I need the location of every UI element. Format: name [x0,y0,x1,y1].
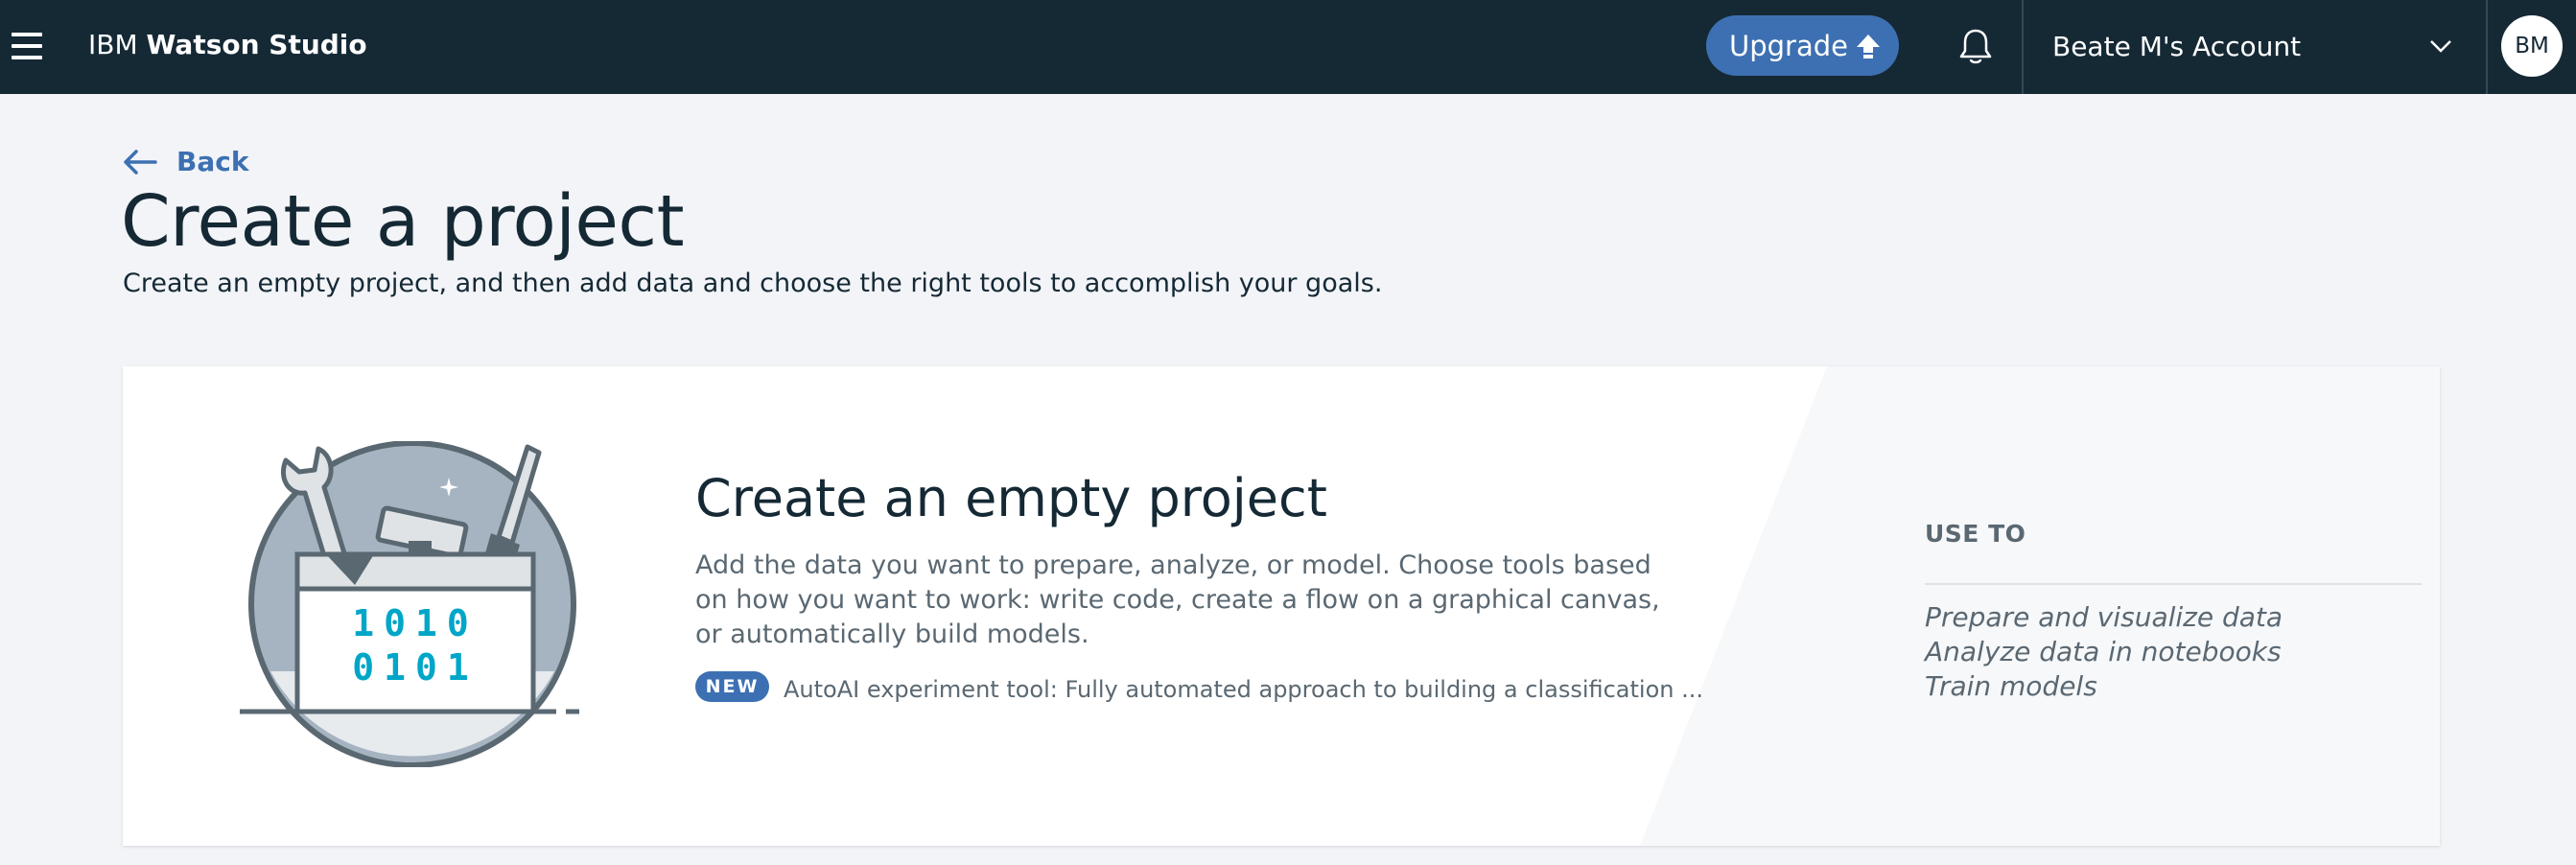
product-brand[interactable]: IBM Watson Studio [88,29,367,60]
use-to-divider [1925,583,2422,585]
new-badge: NEW [695,671,769,702]
new-feature-text: AutoAI experiment tool: Fully automated … [784,676,1704,703]
chevron-down-icon [2430,40,2451,53]
back-link[interactable]: Back [123,146,248,177]
card-title: Create an empty project [695,468,1327,528]
notification-bell-icon[interactable] [1955,26,1997,68]
top-navigation-bar: IBM Watson Studio Upgrade Beate M's Acco… [0,0,2576,94]
use-to-item: Train models [1925,670,2097,702]
back-arrow-icon [124,149,157,175]
user-avatar[interactable]: BM [2501,15,2563,77]
toolbox-illustration: 1010 0101 [240,441,579,767]
create-empty-project-card[interactable]: 1010 0101 Create an empty project Add th… [123,366,2440,846]
binary-digits-row-2: 0101 [352,646,479,689]
use-to-item: Analyze data in notebooks [1925,636,2282,667]
use-to-heading: USE TO [1925,520,2026,548]
page-title: Create a project [121,180,685,263]
brand-prefix: IBM [88,29,138,60]
account-switcher[interactable]: Beate M's Account [2024,0,2486,94]
back-label: Back [176,146,249,177]
account-label: Beate M's Account [2052,31,2302,62]
card-description: Add the data you want to prepare, analyz… [695,550,1660,649]
use-to-item: Prepare and visualize data [1925,601,2283,633]
page-subtitle: Create an empty project, and then add da… [123,269,1383,298]
upload-arrow-icon [1857,35,1880,58]
menu-icon[interactable] [12,30,42,62]
upgrade-label: Upgrade [1729,29,1848,62]
upgrade-button[interactable]: Upgrade [1706,15,1899,76]
brand-name: Watson Studio [146,29,367,60]
divider [2486,0,2488,94]
use-to-list: Prepare and visualize data Analyze data … [1925,600,2283,704]
binary-digits-row-1: 1010 [352,602,479,644]
